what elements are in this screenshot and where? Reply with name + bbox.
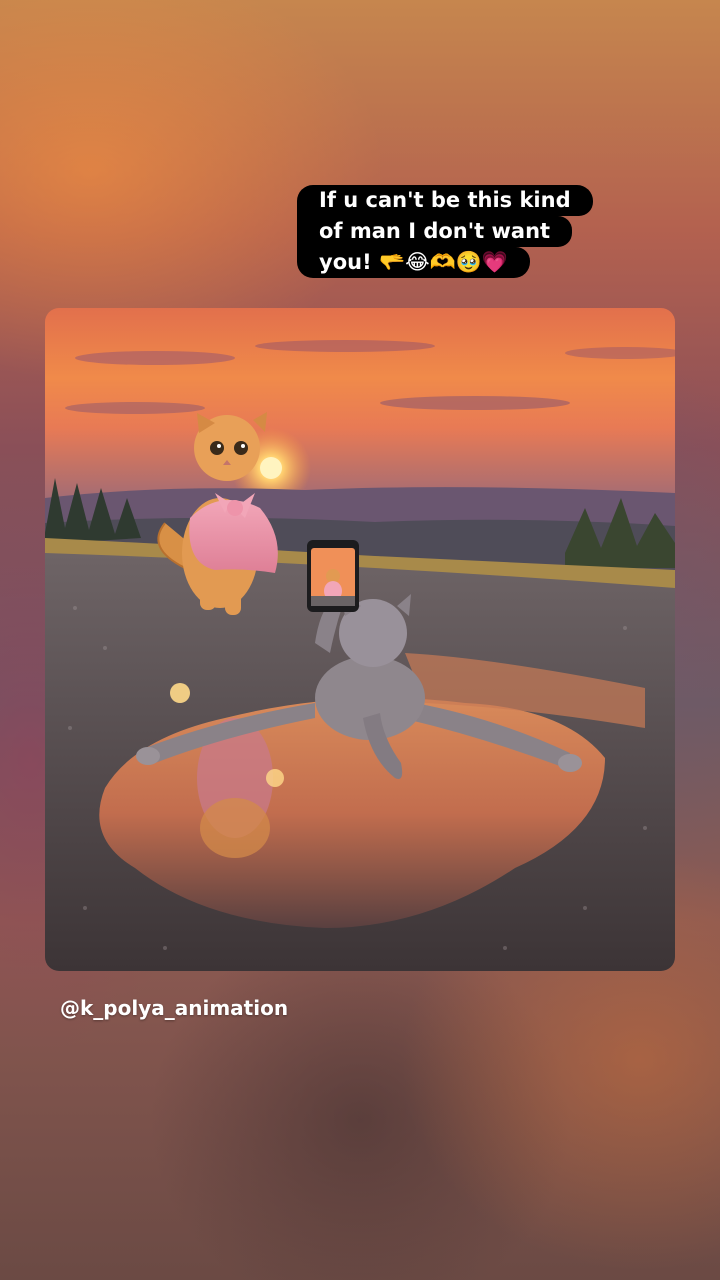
caption-line-1: If u can't be this kind [297, 185, 593, 216]
story-photo[interactable] [45, 308, 675, 971]
caption-line-2: of man I don't want [297, 216, 573, 247]
creator-handle[interactable]: @k_polya_animation [60, 996, 288, 1020]
caption-line-3: you! 🫳😂🫶🥹💗 [297, 247, 531, 278]
story-caption: If u can't be this kind of man I don't w… [297, 185, 627, 295]
kittens-sunset-photo-icon [45, 308, 675, 971]
